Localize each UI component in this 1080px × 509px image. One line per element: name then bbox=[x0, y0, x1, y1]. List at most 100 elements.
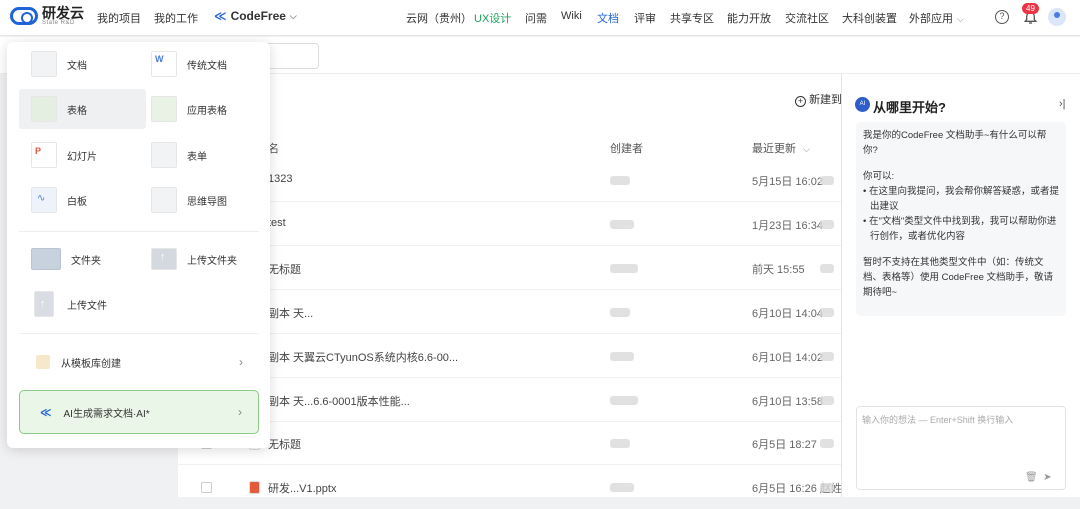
row-updated: 6月10日 14:04 bbox=[752, 308, 823, 320]
notification-badge: 49 bbox=[1022, 3, 1039, 14]
menu-item-label: 上传文件 bbox=[67, 300, 107, 312]
menu-item-app-sheet[interactable]: 应用表格 bbox=[139, 89, 259, 129]
menu-item-upload-folder[interactable]: ↑ 上传文件夹 bbox=[139, 239, 259, 279]
nav-review[interactable]: 评审 bbox=[634, 10, 656, 26]
assistant-message: 我是你的CodeFree 文档助手~有什么可以帮你? 你可以: • 在这里向我提… bbox=[856, 122, 1066, 316]
create-from-template[interactable]: 从模板库创建 › bbox=[19, 345, 257, 379]
ai-generate-requirement-doc[interactable]: ≪ AI生成需求文档·AI* › bbox=[19, 390, 259, 434]
assistant-intro: 我是你的CodeFree 文档助手~有什么可以帮你? bbox=[863, 130, 1047, 156]
row-name[interactable]: 副本 天...6.6-0001版本性能... bbox=[268, 393, 410, 409]
assistant-note: 暂时不支持在其他类型文件中（如：传统文档、表格等）使用 CodeFree 文档助… bbox=[863, 257, 1054, 298]
row-updated: 前天 15:55 bbox=[752, 264, 805, 276]
row-checkbox[interactable] bbox=[201, 482, 212, 493]
menu-item-word-doc[interactable]: W 传统文档 bbox=[139, 44, 259, 84]
assistant-bullet: • 在这里向我提问，我会帮你解答疑惑，或者提出建议 bbox=[863, 186, 1059, 212]
menu-item-doc[interactable]: 文档 bbox=[19, 44, 139, 84]
updater-blurred bbox=[820, 264, 834, 273]
row-name[interactable]: 无标题 bbox=[268, 436, 301, 452]
help-icon[interactable]: ? bbox=[995, 10, 1009, 24]
updater-blurred bbox=[820, 483, 834, 492]
updater-blurred bbox=[820, 308, 834, 317]
app-sheet-icon bbox=[151, 96, 177, 122]
assistant-input-placeholder: 输入你的想法 — Enter+Shift 换行输入 bbox=[862, 415, 1014, 425]
nav-my-projects[interactable]: 我的项目 bbox=[97, 10, 141, 26]
avatar[interactable] bbox=[1048, 8, 1066, 26]
row-updated: 5月15日 16:02 bbox=[752, 176, 823, 188]
trash-icon[interactable]: 🗑 bbox=[1025, 472, 1038, 483]
row-name[interactable]: test bbox=[268, 217, 286, 229]
menu-item-label: 表单 bbox=[187, 151, 207, 163]
sort-chevron-icon: ⌵ bbox=[803, 144, 810, 154]
logo[interactable]: 研发云 State R&D bbox=[10, 6, 84, 26]
chevron-down-icon: ⌵ bbox=[289, 10, 297, 21]
chevron-right-icon: › bbox=[239, 355, 243, 369]
nav-wenxu[interactable]: 问需 bbox=[525, 10, 547, 26]
row-updated: 6月10日 13:58 bbox=[752, 396, 823, 408]
menu-item-label: 文件夹 bbox=[71, 255, 101, 267]
nav-my-work[interactable]: 我的工作 bbox=[154, 10, 198, 26]
nav-ux-design[interactable]: UX设计 bbox=[474, 10, 511, 26]
menu-item-slides[interactable]: P 幻灯片 bbox=[19, 135, 139, 175]
chevron-right-icon: › bbox=[238, 405, 242, 419]
assistant-logo-icon: AI bbox=[855, 97, 870, 112]
row-name[interactable]: 无标题 bbox=[268, 261, 301, 277]
nav-big-sci-facility[interactable]: 大科创装置 bbox=[842, 10, 897, 26]
creator-avatar-blurred bbox=[610, 439, 630, 448]
logo-text: 研发云 bbox=[42, 5, 84, 21]
menu-item-form[interactable]: 表单 bbox=[139, 135, 259, 175]
assistant-title: 从哪里开始? bbox=[873, 100, 946, 115]
menu-item-upload-file[interactable]: ↑ 上传文件 bbox=[19, 284, 139, 324]
menu-item-sheet[interactable]: 表格 bbox=[19, 89, 146, 129]
chevron-down-icon: ⌵ bbox=[957, 14, 964, 24]
row-name[interactable]: 研发...V1.pptx bbox=[268, 480, 336, 496]
cloud-logo-icon bbox=[10, 7, 38, 25]
nav-community[interactable]: 交流社区 bbox=[785, 10, 829, 26]
nav-cloud-guizhou[interactable]: 云网（贵州） bbox=[406, 10, 472, 26]
menu-item-label: 传统文档 bbox=[187, 60, 227, 72]
creator-avatar-blurred bbox=[610, 176, 630, 185]
creator-avatar-blurred bbox=[610, 264, 638, 273]
updater-blurred bbox=[820, 220, 834, 229]
ai-label: AI生成需求文档·AI* bbox=[63, 408, 150, 420]
menu-item-label: 白板 bbox=[67, 196, 87, 208]
whiteboard-icon: ∿ bbox=[31, 187, 57, 213]
row-name[interactable]: 副本 天翼云CTyunOS系统内核6.6-00... bbox=[268, 349, 458, 365]
create-menu: 文档 W 传统文档 表格 应用表格 P 幻灯片 表单 ∿ 白板 思维导图 文件夹 ↑ 上… bbox=[7, 42, 270, 448]
creator-avatar-blurred bbox=[610, 396, 638, 405]
word-icon: W bbox=[151, 51, 177, 77]
send-icon[interactable]: ➤ bbox=[1043, 472, 1051, 483]
row-name[interactable]: 副本 天... bbox=[268, 305, 313, 321]
column-header-updated[interactable]: 最近更新 ⌵ bbox=[752, 140, 810, 156]
row-name[interactable]: 1323 bbox=[268, 173, 292, 185]
plus-circle-icon: + bbox=[795, 96, 806, 107]
nav-shared-zone[interactable]: 共享专区 bbox=[670, 10, 714, 26]
creator-avatar-blurred bbox=[610, 352, 634, 361]
menu-item-label: 幻灯片 bbox=[67, 151, 97, 163]
menu-item-whiteboard[interactable]: ∿ 白板 bbox=[19, 180, 139, 220]
creator-avatar-blurred bbox=[610, 308, 630, 317]
menu-item-label: 文档 bbox=[67, 60, 87, 72]
codefree-switcher[interactable]: ≪ CodeFree ⌵ bbox=[214, 9, 297, 23]
nav-external-apps-label: 外部应用 bbox=[909, 13, 953, 25]
row-updated: 6月10日 14:02 bbox=[752, 352, 823, 364]
creator-avatar-blurred bbox=[610, 483, 634, 492]
nav-wiki[interactable]: Wiki bbox=[561, 10, 582, 22]
menu-item-folder[interactable]: 文件夹 bbox=[19, 239, 139, 279]
assistant-bullet-text: 在这里向我提问，我会帮你解答疑惑，或者提出建议 bbox=[868, 186, 1059, 212]
mindmap-icon bbox=[151, 187, 177, 213]
menu-item-label: 应用表格 bbox=[187, 105, 227, 117]
new-to-button[interactable]: + 新建到 bbox=[795, 91, 842, 107]
search-input[interactable] bbox=[262, 43, 319, 69]
menu-item-label: 上传文件夹 bbox=[187, 255, 237, 267]
nav-external-apps[interactable]: 外部应用 ⌵ bbox=[909, 10, 964, 26]
assistant-input-tools: 🗑 ➤ bbox=[1025, 472, 1052, 483]
codefree-ai-icon: ≪ bbox=[40, 406, 52, 419]
collapse-panel-icon[interactable]: ›| bbox=[1059, 98, 1066, 110]
menu-item-mindmap[interactable]: 思维导图 bbox=[139, 180, 259, 220]
column-header-creator[interactable]: 创建者 bbox=[610, 140, 643, 156]
assistant-bullet: • 在"文档"类型文件中找到我，我可以帮助你进行创作，或者优化内容 bbox=[863, 216, 1057, 242]
nav-open-capability[interactable]: 能力开放 bbox=[727, 10, 771, 26]
upload-file-icon: ↑ bbox=[34, 291, 54, 317]
assistant-bullet-text: 在"文档"类型文件中找到我，我可以帮助你进行创作，或者优化内容 bbox=[868, 216, 1057, 242]
nav-docs[interactable]: 文档 bbox=[597, 10, 619, 26]
